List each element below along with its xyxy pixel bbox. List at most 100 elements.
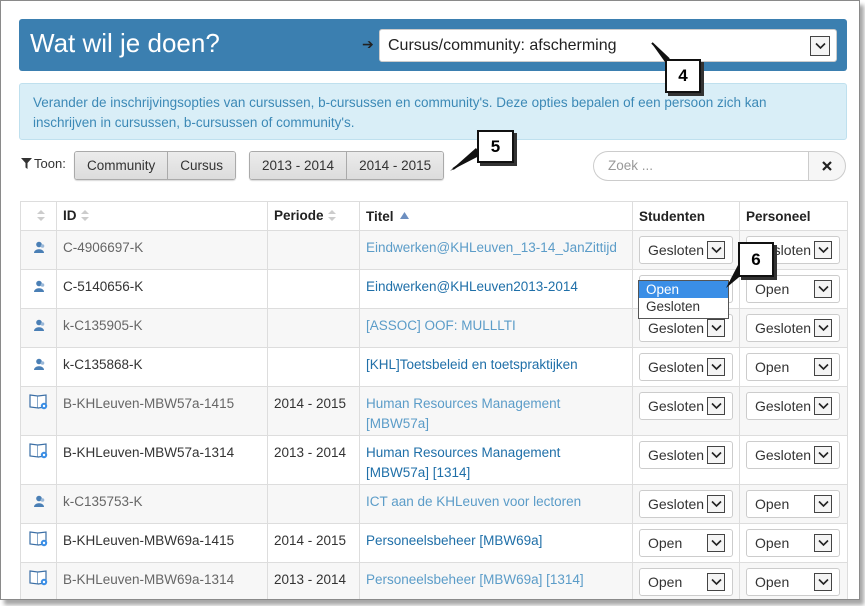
chevron-down-icon[interactable] [814,358,832,376]
row-id-cell: C-5140656-K [56,269,268,309]
staff-select[interactable]: Open [746,275,840,303]
row-title-cell: Eindwerken@KHLeuven2013-2014 [359,269,633,309]
community-icon [33,495,45,510]
chevron-down-icon[interactable] [814,241,832,259]
row-period [274,231,353,238]
column-header-periode[interactable]: Periode [267,201,360,231]
chevron-down-icon[interactable] [810,36,830,56]
row-period: 2014 - 2015 [274,396,347,411]
chevron-down-icon[interactable] [814,280,832,298]
row-staff-cell: Open [739,562,848,599]
students-select-value: Open [648,574,683,590]
filter-period-1415-button[interactable]: 2014 - 2015 [347,152,444,179]
students-select[interactable]: Gesloten [639,490,733,518]
students-select[interactable]: Gesloten [639,236,733,264]
row-title-link[interactable]: [ASSOC] OOF: MULLLTI [366,309,626,336]
chevron-down-icon[interactable] [814,534,832,552]
chevron-down-icon[interactable] [814,397,832,415]
staff-select[interactable]: Open [746,529,840,557]
row-period-cell: 2013 - 2014 [267,435,360,485]
row-period [274,485,353,492]
chevron-down-icon[interactable] [814,573,832,591]
staff-select[interactable]: Open [746,490,840,518]
row-staff-cell: Open [739,523,848,563]
row-title-link[interactable]: Human Resources Management [MBW57a] [131… [366,436,626,483]
row-id-cell: B-KHLeuven-MBW69a-1415 [56,523,268,563]
dropdown-option-gesloten[interactable]: Gesloten [639,298,728,315]
chevron-down-icon[interactable] [814,446,832,464]
filter-period-1314-button[interactable]: 2013 - 2014 [250,152,348,179]
students-select[interactable]: Open [639,529,733,557]
students-select[interactable]: Gesloten [639,392,733,420]
row-period [274,348,353,355]
row-id: B-KHLeuven-MBW57a-1314 [63,445,235,460]
students-select[interactable]: Gesloten [639,353,733,381]
row-staff-cell: Gesloten [739,435,848,485]
courses-table: ID Periode Titel Studenten Personeel C-4… [20,201,848,599]
column-header-id[interactable]: ID [56,201,268,231]
row-id-cell: k-C135753-K [56,484,268,524]
column-header-studenten[interactable]: Studenten [632,201,740,231]
staff-select[interactable]: Gesloten [746,441,840,469]
row-title-link[interactable]: Personeelsbeheer [MBW69a] [1314] [366,563,626,590]
staff-select[interactable]: Gesloten [746,314,840,342]
community-icon [33,358,45,373]
action-select[interactable]: Cursus/community: afscherming [379,29,837,62]
chevron-down-icon[interactable] [707,397,725,415]
row-staff-cell: Open [739,484,848,524]
chevron-down-icon[interactable] [814,319,832,337]
row-period-cell [267,230,360,270]
chevron-down-icon[interactable] [707,319,725,337]
search-input[interactable]: Zoek ... [593,151,809,181]
chevron-down-icon[interactable] [707,241,725,259]
action-select-value: Cursus/community: afscherming [388,37,617,54]
students-select[interactable]: Gesloten [639,441,733,469]
filter-cursus-button[interactable]: Cursus [168,152,236,179]
row-id: C-4906697-K [63,240,144,255]
row-id-cell: B-KHLeuven-MBW57a-1314 [56,435,268,485]
students-select-value: Gesloten [648,359,705,375]
staff-select[interactable]: Gesloten [746,392,840,420]
row-title-link[interactable]: Eindwerken@KHLeuven2013-2014 [366,270,626,297]
row-title-link[interactable]: Personeelsbeheer [MBW69a] [366,524,626,551]
chevron-down-icon[interactable] [814,495,832,513]
filter-funnel-icon [21,158,32,169]
students-select[interactable]: Open [639,568,733,596]
row-title-link[interactable]: [KHL]Toetsbeleid en toetspraktijken [366,348,626,375]
chevron-down-icon[interactable] [707,358,725,376]
column-header-icon[interactable] [20,201,57,231]
row-id-cell: C-4906697-K [56,230,268,270]
staff-select-value: Gesloten [755,320,812,336]
staff-select[interactable]: Open [746,568,840,596]
column-header-personeel[interactable]: Personeel [739,201,848,231]
row-period [274,270,353,277]
chevron-down-icon[interactable] [707,495,725,513]
chevron-down-icon[interactable] [707,534,725,552]
students-select-value: Gesloten [648,242,705,258]
course-book-icon [28,530,49,551]
row-period-cell: 2014 - 2015 [267,386,360,436]
students-select-value: Gesloten [648,398,705,414]
table-row: B-KHLeuven-MBW57a-1415 2014 - 2015 Human R… [20,386,848,436]
dropdown-option-open[interactable]: Open [639,281,728,298]
filter-community-button[interactable]: Community [75,152,169,179]
row-title-link[interactable]: Eindwerken@KHLeuven_13-14_JanZittijd [366,231,626,258]
table-row: B-KHLeuven-MBW69a-1415 2014 - 2015 Persone… [20,523,848,563]
row-icon-cell [20,523,57,563]
community-icon [33,241,45,256]
row-title-cell: ICT aan de KHLeuven voor lectoren [359,484,633,524]
chevron-down-icon[interactable] [707,446,725,464]
column-header-titel[interactable]: Titel [359,201,633,231]
chevron-down-icon[interactable] [707,573,725,591]
row-students-cell: Open [632,562,740,599]
staff-select[interactable]: Open [746,353,840,381]
sort-icon [80,209,89,224]
table-row: C-4906697-K Eindwerken@KHLeuven_13-14_Jan… [20,230,848,270]
filter-label: Toon: [21,156,66,171]
table-row: k-C135868-K [KHL]Toetsbeleid en toetsprak… [20,347,848,387]
search-clear-button[interactable] [808,151,846,181]
row-title-link[interactable]: Human Resources Management [MBW57a] [366,387,626,434]
row-period-cell: 2014 - 2015 [267,523,360,563]
row-title-link[interactable]: ICT aan de KHLeuven voor lectoren [366,485,626,512]
filter-label-text: Toon: [34,156,66,171]
